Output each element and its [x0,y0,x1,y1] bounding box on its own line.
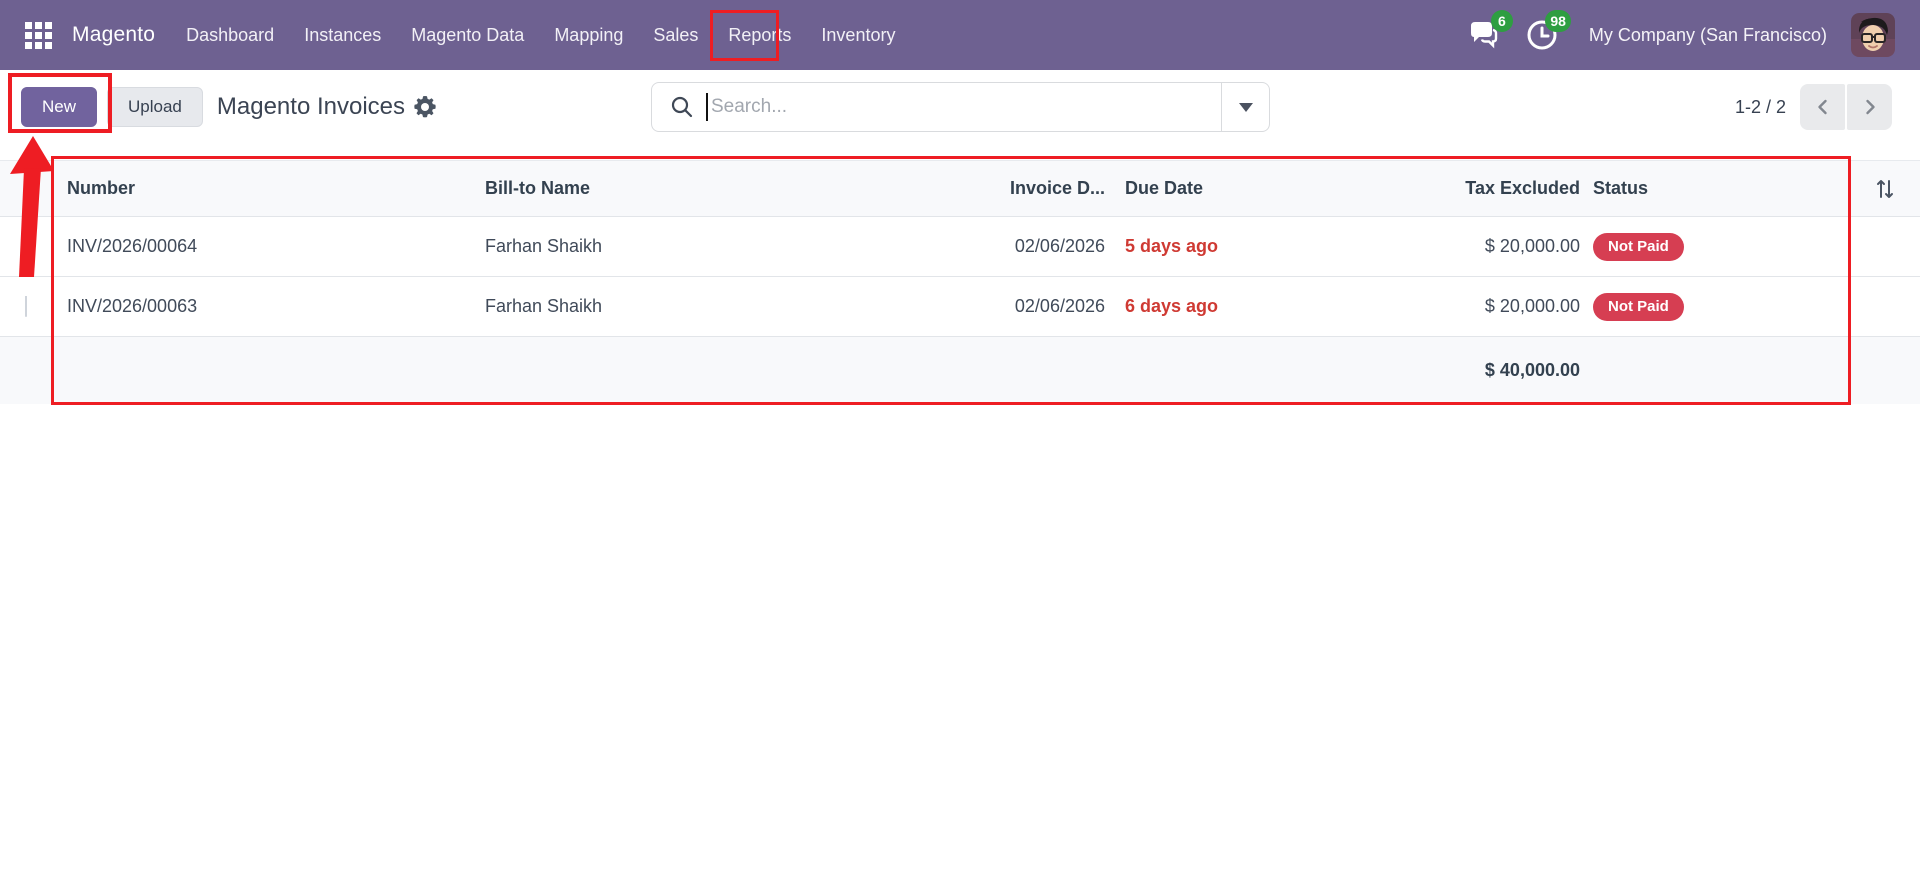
pager: 1-2 / 2 [1735,82,1892,132]
column-header-bill-to-name[interactable]: Bill-to Name [485,178,935,199]
select-all-checkbox[interactable] [25,178,27,199]
page-title: Magento Invoices [216,92,405,120]
search-icon [652,95,706,119]
column-header-tax-excluded[interactable]: Tax Excluded [1400,178,1580,199]
nav-menu: Dashboard Instances Magento Data Mapping… [171,0,910,70]
status-badge: Not Paid [1593,292,1684,321]
avatar[interactable] [1851,13,1895,57]
row-checkbox[interactable] [25,236,27,257]
text-cursor [706,93,708,121]
cell-bill-to-name[interactable]: Farhan Shaikh [485,296,935,317]
activities-icon[interactable]: 98 [1525,10,1571,52]
cell-number[interactable]: INV/2026/00064 [67,236,485,257]
table-footer-row: $ 40,000.00 [0,337,1920,404]
column-header-status[interactable]: Status [1580,178,1850,199]
nav-item-inventory[interactable]: Inventory [806,0,910,70]
invoice-list: Number Bill-to Name Invoice D... Due Dat… [0,160,1920,404]
upload-button[interactable]: Upload [107,86,203,127]
cell-number[interactable]: INV/2026/00063 [67,296,485,317]
row-checkbox[interactable] [25,296,27,317]
pager-range: 1-2 / 2 [1734,96,1786,117]
caret-down-icon [1238,102,1253,112]
table-row[interactable]: INV/2026/00064 Farhan Shaikh 02/06/2026 … [0,217,1920,277]
nav-item-reports[interactable]: Reports [713,0,806,70]
nav-item-instances[interactable]: Instances [289,0,396,70]
messages-icon[interactable]: 6 [1467,10,1513,52]
pager-previous-button[interactable] [1800,84,1845,130]
chevron-left-icon [1817,99,1827,115]
table-row[interactable]: INV/2026/00063 Farhan Shaikh 02/06/2026 … [0,277,1920,337]
tax-excluded-total: $ 40,000.00 [1484,360,1580,380]
nav-item-mapping[interactable]: Mapping [539,0,638,70]
search-input[interactable] [711,96,1221,118]
gear-icon[interactable] [414,95,436,118]
apps-grid-icon[interactable] [25,21,52,49]
optional-columns-sliders-icon[interactable] [1875,179,1895,199]
activities-badge: 98 [1545,10,1571,32]
nav-item-sales[interactable]: Sales [638,0,713,70]
cell-invoice-date[interactable]: 02/06/2026 [935,296,1105,317]
cell-bill-to-name[interactable]: Farhan Shaikh [485,236,935,257]
navbar-right-systray: 6 98 My Company (San Francisco) [1467,10,1920,57]
top-navbar: Magento Dashboard Instances Magento Data… [0,0,1920,70]
cell-due-date[interactable]: 5 days ago [1105,236,1400,257]
messages-badge: 6 [1490,10,1513,32]
cell-invoice-date[interactable]: 02/06/2026 [935,236,1105,257]
chevron-right-icon [1865,99,1875,115]
app-brand[interactable]: Magento [72,23,155,47]
column-header-invoice-date[interactable]: Invoice D... [935,178,1105,199]
new-button[interactable]: New [21,86,98,127]
table-header-row: Number Bill-to Name Invoice D... Due Dat… [0,160,1920,217]
status-badge: Not Paid [1593,232,1684,261]
control-panel: New Upload Magento Invoices 1-2 / 2 [0,70,1920,143]
column-header-due-date[interactable]: Due Date [1105,178,1400,199]
nav-item-magento-data[interactable]: Magento Data [396,0,539,70]
cell-tax-excluded[interactable]: $ 20,000.00 [1400,296,1580,317]
search-dropdown-toggle[interactable] [1221,83,1269,131]
column-header-number[interactable]: Number [67,178,485,199]
cell-due-date[interactable]: 6 days ago [1105,296,1400,317]
search-bar [651,82,1270,132]
cell-tax-excluded[interactable]: $ 20,000.00 [1400,236,1580,257]
pager-next-button[interactable] [1847,84,1892,130]
company-switcher[interactable]: My Company (San Francisco) [1589,25,1827,46]
nav-item-dashboard[interactable]: Dashboard [171,0,289,70]
